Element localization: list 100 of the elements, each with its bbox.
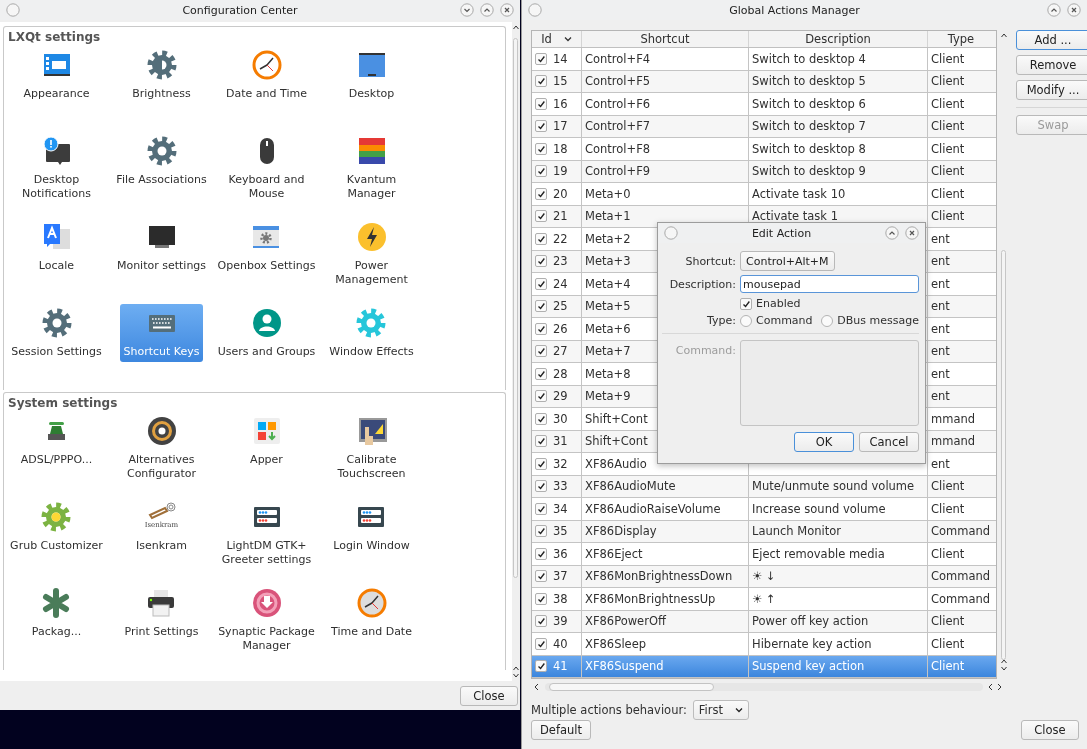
table-cell: Control+F5 — [585, 74, 651, 89]
table-cell: Switch to desktop 8 — [752, 141, 866, 156]
group-title: LXQt settings — [7, 29, 102, 46]
table-cell: Shift+Cont — [585, 434, 648, 449]
table-cell: ent — [931, 456, 950, 471]
table-cell: 23 — [553, 254, 568, 269]
table-cell: 35 — [553, 524, 568, 539]
table-cell: Meta+7 — [585, 344, 631, 359]
table-cell: Activate task 1 — [752, 209, 838, 224]
table-cell: 28 — [553, 366, 568, 381]
window-title: Edit Action — [750, 226, 813, 240]
table-cell: Client — [931, 96, 965, 111]
table-cell: Meta+4 — [585, 276, 631, 291]
window-title: Configuration Center — [181, 3, 299, 17]
table-cell: mmand — [931, 411, 976, 426]
table-cell: Client — [931, 74, 965, 89]
table-cell: Client — [931, 186, 965, 201]
table-cell: Control+F7 — [585, 119, 651, 134]
table-cell: 15 — [553, 74, 568, 89]
table-cell: Power off key action — [752, 614, 869, 629]
table-cell: Command — [931, 591, 991, 606]
table-cell: XF86AudioRaiseVolume — [585, 501, 721, 516]
field-label: Command: — [674, 343, 736, 357]
table-cell: Client — [931, 51, 965, 66]
table-cell: Meta+8 — [585, 366, 631, 381]
table-cell: Meta+2 — [585, 231, 631, 246]
table-cell: Control+F4 — [585, 51, 651, 66]
table-cell: 33 — [553, 479, 568, 494]
table-cell: Meta+1 — [585, 209, 631, 224]
table-cell: XF86PowerOff — [585, 614, 666, 629]
table-cell: ent — [931, 276, 950, 291]
table-cell: Meta+3 — [585, 254, 631, 269]
table-cell: Client — [931, 614, 965, 629]
table-cell: Shift+Cont — [585, 411, 648, 426]
table-cell: 22 — [553, 231, 568, 246]
table-cell: Control+F6 — [585, 96, 651, 111]
table-cell: 38 — [553, 591, 568, 606]
table-cell: ent — [931, 231, 950, 246]
table-cell: Meta+6 — [585, 321, 631, 336]
table-cell: 17 — [553, 119, 568, 134]
table-cell: ent — [931, 366, 950, 381]
table-cell: XF86Eject — [585, 546, 643, 561]
table-cell: ent — [931, 254, 950, 269]
table-cell: Meta+9 — [585, 389, 631, 404]
table-cell: Command — [931, 524, 991, 539]
table-cell: Client — [931, 479, 965, 494]
table-cell: Command — [931, 569, 991, 584]
table-cell: Meta+0 — [585, 186, 631, 201]
table-cell: 31 — [553, 434, 568, 449]
table-cell: XF86AudioMute — [585, 479, 676, 494]
field-label: Shortcut: — [684, 254, 736, 268]
table-cell: Activate task 10 — [752, 186, 846, 201]
table-cell: 25 — [553, 299, 568, 314]
table-cell: ent — [931, 321, 950, 336]
table-cell: 27 — [553, 344, 568, 359]
table-cell: 37 — [553, 569, 568, 584]
table-cell: Hibernate key action — [752, 636, 872, 651]
table-cell: Client — [931, 501, 965, 516]
table-cell: 24 — [553, 276, 568, 291]
field-label: Description: — [668, 277, 736, 291]
table-cell: ent — [931, 299, 950, 314]
table-cell: Client — [931, 119, 965, 134]
table-cell: Control+F9 — [585, 164, 651, 179]
table-cell: 32 — [553, 456, 568, 471]
table-cell: Switch to desktop 7 — [752, 119, 866, 134]
table-cell: XF86Display — [585, 524, 657, 539]
table-cell: 19 — [553, 164, 568, 179]
table-cell: 16 — [553, 96, 568, 111]
table-cell: 26 — [553, 321, 568, 336]
table-cell: Client — [931, 141, 965, 156]
table-cell: XF86MonBrightnessDown — [585, 569, 733, 584]
table-cell: XF86MonBrightnessUp — [585, 591, 716, 606]
field-label: Multiple actions behaviour: — [531, 703, 687, 717]
table-cell: Client — [931, 636, 965, 651]
table-cell: XF86Audio — [585, 456, 647, 471]
window-title: Global Actions Manager — [728, 3, 861, 17]
group-title: System settings — [7, 395, 119, 412]
table-cell: Increase sound volume — [752, 501, 886, 516]
table-cell: Control+F8 — [585, 141, 651, 156]
table-cell: 18 — [553, 141, 568, 156]
table-cell: 30 — [553, 411, 568, 426]
table-cell: Mute/unmute sound volume — [752, 479, 915, 494]
table-cell: Switch to desktop 5 — [752, 74, 866, 89]
table-cell: 21 — [553, 209, 568, 224]
table-cell: Switch to desktop 6 — [752, 96, 866, 111]
table-cell: ☀ ↑ — [752, 591, 776, 606]
table-cell: mmand — [931, 434, 976, 449]
table-cell: 20 — [553, 186, 568, 201]
table-cell: 29 — [553, 389, 568, 404]
table-cell: 34 — [553, 501, 568, 516]
table-cell: Suspend key action — [752, 659, 865, 674]
table-cell: Switch to desktop 4 — [752, 51, 866, 66]
table-cell: 36 — [553, 546, 568, 561]
table-cell: XF86Suspend — [585, 659, 664, 674]
table-cell: ent — [931, 344, 950, 359]
table-cell: 41 — [553, 659, 568, 674]
field-label: Type: — [706, 314, 736, 327]
table-cell: Client — [931, 164, 965, 179]
table-cell: 14 — [553, 51, 568, 66]
table-cell: Client — [931, 546, 965, 561]
